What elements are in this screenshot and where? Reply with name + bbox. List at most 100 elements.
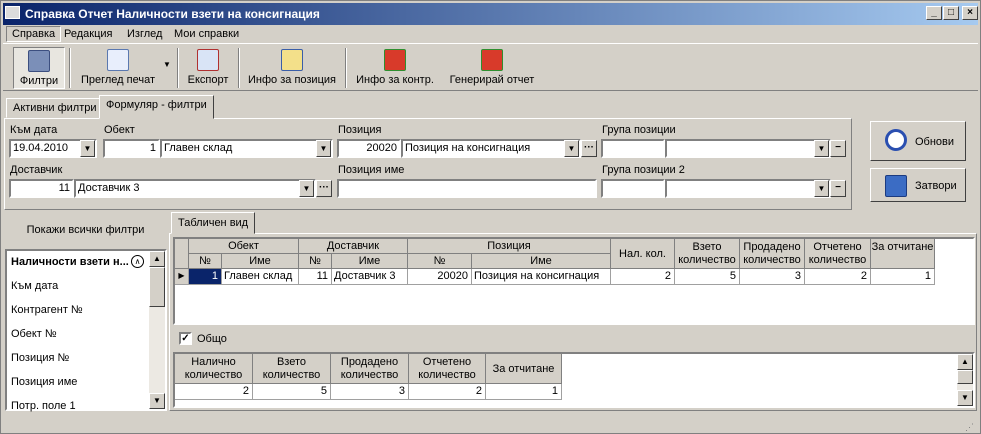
scroll-thumb[interactable] [957, 370, 973, 384]
totals-cell-sold: 3 [331, 384, 409, 400]
collapse-icon[interactable]: ∧ [131, 255, 144, 268]
supplier-number-field[interactable]: 11 [9, 179, 74, 198]
supplier-no-header[interactable]: № [299, 254, 332, 269]
generate-report-label: Генерирай отчет [449, 74, 535, 86]
table-cell-position-no[interactable]: 20020 [408, 269, 472, 285]
group-name-field[interactable] [665, 139, 831, 158]
refresh-button[interactable]: Обнови [870, 121, 966, 161]
list-item[interactable]: Към дата [11, 275, 58, 297]
chevron-down-icon[interactable]: ▼ [814, 180, 829, 197]
group2-label: Група позиции 2 [602, 164, 685, 176]
show-all-filters-button[interactable]: Покажи всички филтри [4, 212, 167, 248]
maximize-button[interactable]: □ [943, 6, 959, 20]
group-clear-button[interactable]: − [830, 140, 846, 157]
totals-to-report-header: За отчитане [486, 354, 562, 384]
table-cell-object-name[interactable]: Главен склад [222, 269, 299, 285]
chevron-down-icon[interactable]: ▼ [814, 140, 829, 157]
position-name-search-field[interactable] [337, 179, 597, 198]
list-item[interactable]: Контрагент № [11, 299, 83, 321]
to-date-label: Към дата [10, 124, 58, 136]
group2-number-field[interactable] [601, 179, 665, 198]
menu-spravka[interactable]: Справка [6, 26, 62, 42]
to-report-header[interactable]: За отчитане [871, 239, 935, 269]
object-group-header: Обект [189, 239, 299, 254]
sold-qty-header[interactable]: Продадено количество [740, 239, 805, 269]
refresh-label: Обнови [915, 136, 955, 148]
scroll-up-icon[interactable]: ▲ [957, 354, 973, 370]
filter-list-scrollbar[interactable]: ▲ ▼ [149, 251, 165, 409]
scroll-up-icon[interactable]: ▲ [149, 251, 165, 267]
scroll-down-icon[interactable]: ▼ [149, 393, 165, 409]
chevron-down-icon[interactable]: ▼ [299, 180, 314, 197]
list-item[interactable]: Потр. поле 1 [11, 395, 76, 417]
group-label: Група позиции [602, 124, 676, 136]
reported-qty-header[interactable]: Отчетено количество [805, 239, 871, 269]
available-qty-header[interactable]: Нал. кол. [611, 239, 675, 269]
chevron-down-icon[interactable]: ▼ [564, 140, 579, 157]
refresh-icon [885, 129, 907, 151]
scroll-thumb[interactable] [149, 267, 165, 307]
generate-report-button[interactable]: Генерирай отчет [446, 47, 538, 89]
taken-qty-header[interactable]: Взето количество [675, 239, 740, 269]
object-name-field[interactable]: Главен склад [160, 139, 333, 158]
toolbar-separator [177, 48, 179, 88]
close-button[interactable]: Затвори [870, 168, 966, 202]
list-item[interactable]: Обект № [11, 323, 57, 345]
group-number-field[interactable] [601, 139, 665, 158]
table-cell-sold[interactable]: 3 [740, 269, 805, 285]
print-preview-button[interactable]: Преглед печат [75, 47, 161, 89]
print-preview-dropdown[interactable]: ▼ [161, 47, 173, 89]
totals-label: Общо [197, 333, 227, 345]
filters-button[interactable]: Филтри [13, 47, 65, 89]
totals-checkbox[interactable]: ✓ [179, 332, 192, 345]
object-number-field[interactable]: 1 [103, 139, 160, 158]
supplier-browse-button[interactable]: ··· [316, 180, 332, 197]
toolbar: Филтри Преглед печат ▼ Експорт Инфо за п… [3, 43, 978, 91]
position-browse-button[interactable]: ··· [581, 140, 597, 157]
table-cell-object-no[interactable]: 1 [189, 269, 222, 285]
chevron-down-icon[interactable]: ▼ [316, 140, 331, 157]
minimize-button[interactable]: _ [926, 6, 942, 20]
position-name-header[interactable]: Име [472, 254, 611, 269]
object-name-header[interactable]: Име [222, 254, 299, 269]
totals-bar [173, 327, 975, 351]
scroll-down-icon[interactable]: ▼ [957, 390, 973, 406]
position-no-header[interactable]: № [408, 254, 472, 269]
export-icon [197, 49, 219, 71]
menu-izgled[interactable]: Изглед [122, 26, 167, 42]
close-label: Затвори [915, 180, 957, 192]
list-item[interactable]: Позиция име [11, 371, 77, 393]
totals-scrollbar[interactable]: ▲ ▼ [957, 354, 973, 406]
filter-list: Наличности взети н... ∧ Към дата Контраг… [5, 249, 167, 412]
item-info-button[interactable]: Инфо за позиция [245, 47, 339, 89]
table-cell-reported[interactable]: 2 [805, 269, 871, 285]
filters-label: Филтри [19, 75, 59, 87]
chevron-down-icon[interactable]: ▼ [80, 140, 95, 157]
position-name-field[interactable]: Позиция на консигнация [401, 139, 581, 158]
supplier-name-field[interactable]: Доставчик 3 [74, 179, 316, 198]
resize-grip-icon[interactable]: ⋰ [965, 421, 977, 433]
menu-moi-spravki[interactable]: Мои справки [169, 26, 244, 42]
tab-active-filters[interactable]: Активни филтри [6, 98, 104, 118]
table-cell-supplier-no[interactable]: 11 [299, 269, 332, 285]
contractor-info-button[interactable]: Инфо за контр. [353, 47, 437, 89]
list-item[interactable]: Наличности взети н... [11, 251, 147, 273]
supplier-name-header[interactable]: Име [332, 254, 408, 269]
close-window-button[interactable]: × [962, 6, 978, 20]
table-cell-position-name[interactable]: Позиция на консигнация [472, 269, 611, 285]
table-cell-available[interactable]: 2 [611, 269, 675, 285]
table-cell-supplier-name[interactable]: Доставчик 3 [332, 269, 408, 285]
group2-clear-button[interactable]: − [830, 180, 846, 197]
object-no-header[interactable]: № [189, 254, 222, 269]
tab-table-view[interactable]: Табличен вид [171, 212, 256, 234]
list-item[interactable]: Позиция № [11, 347, 69, 369]
group2-name-field[interactable] [665, 179, 831, 198]
tab-form-filters[interactable]: Формуляр - филтри [99, 95, 214, 119]
export-button[interactable]: Експорт [183, 47, 233, 89]
position-number-field[interactable]: 20020 [337, 139, 401, 158]
totals-taken-header: Взето количество [253, 354, 331, 384]
table-cell-taken[interactable]: 5 [675, 269, 740, 285]
table-cell-to-report[interactable]: 1 [871, 269, 935, 285]
totals-cell-reported: 2 [409, 384, 486, 400]
menu-redaktsia[interactable]: Редакция [59, 26, 117, 42]
